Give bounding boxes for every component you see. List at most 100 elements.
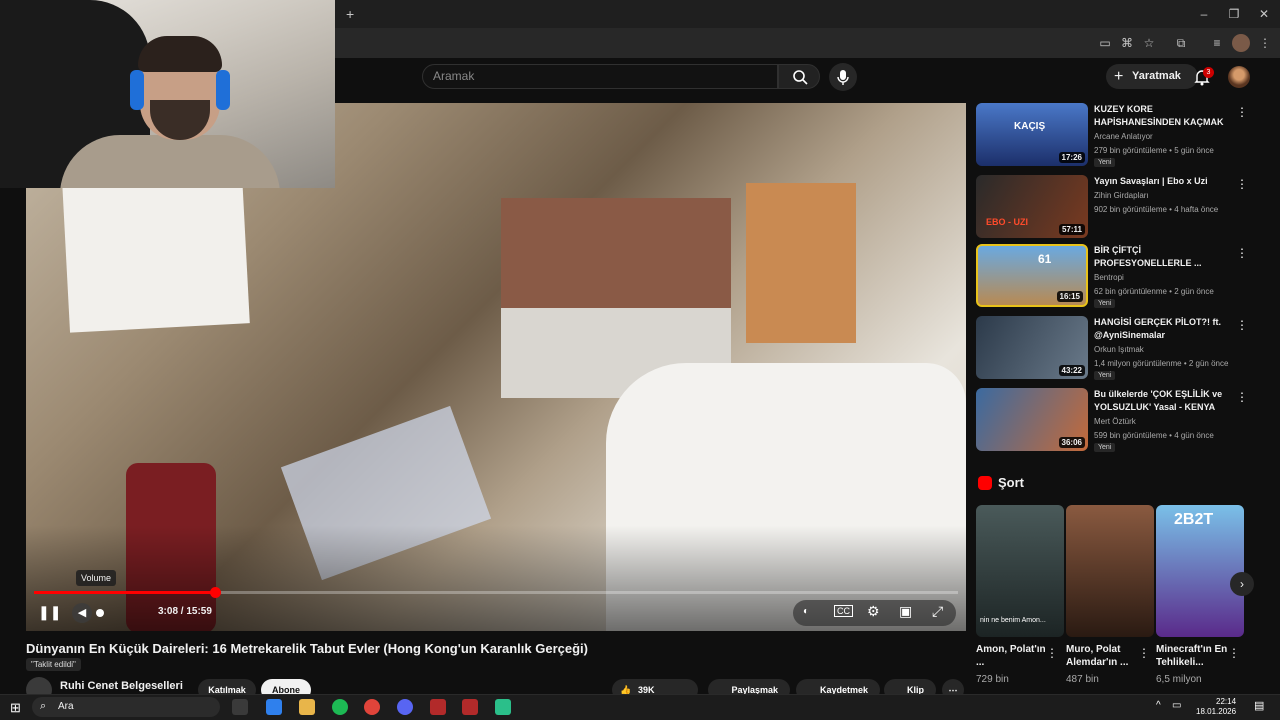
short-title[interactable]: Amon, Polat'ın ... — [976, 643, 1050, 669]
recommendation-menu-icon[interactable]: ⋮ — [1236, 246, 1248, 260]
channel-name[interactable]: Ruhi Cenet Belgeselleri — [60, 680, 183, 692]
cast-icon[interactable]: ▭ — [1096, 34, 1114, 52]
video-duration: 16:15 — [1056, 291, 1083, 302]
short-views: 487 bin — [1066, 674, 1099, 685]
recommendation-thumbnail[interactable]: KAÇIŞ 17:26 — [976, 103, 1088, 166]
restore-icon[interactable]: ❐ — [1226, 6, 1242, 22]
progress-played — [34, 591, 216, 594]
taskbar-clock[interactable]: 22:14 18.01.2026 — [1196, 697, 1236, 717]
account-avatar[interactable] — [1228, 66, 1250, 88]
recommendation-thumbnail[interactable]: 43:22 — [976, 316, 1088, 379]
recommendation-menu-icon[interactable]: ⋮ — [1236, 105, 1248, 119]
voice-search-button[interactable] — [829, 63, 857, 91]
recommendation-channel[interactable]: Mert Öztürk — [1094, 417, 1136, 426]
fullscreen-icon[interactable]: ⤢ — [932, 603, 943, 620]
recommendation-menu-icon[interactable]: ⋮ — [1236, 318, 1248, 332]
pause-icon[interactable]: ❚❚ — [38, 604, 61, 621]
recommendation-title[interactable]: HANGİSİ GERÇEK PİLOT?! ft. @AyniSinemala… — [1094, 316, 1234, 342]
recommendation-thumbnail[interactable]: EBO - UZI 57:11 — [976, 175, 1088, 238]
video-title: Dünyanın En Küçük Daireleri: 16 Metrekar… — [26, 641, 588, 656]
miniplayer-icon[interactable]: ▣ — [899, 603, 912, 620]
chrome-icon[interactable] — [364, 699, 380, 715]
new-badge: Yeni — [1094, 443, 1116, 452]
recommendation-title[interactable]: BİR ÇİFTÇİ PROFESYONELLERLE ... — [1094, 244, 1234, 270]
recommendation-channel[interactable]: Bentropi — [1094, 273, 1124, 282]
plus-icon: + — [1114, 68, 1124, 85]
short-menu-icon[interactable]: ⋮ — [1228, 646, 1240, 660]
translate-icon[interactable]: ⌘ — [1118, 34, 1136, 52]
settings-gear-icon[interactable]: ⚙ — [867, 603, 880, 620]
copilot-icon[interactable] — [266, 699, 282, 715]
recommendation-title[interactable]: KUZEY KORE HAPİSHANESİNDEN KAÇMAK — [1094, 103, 1234, 129]
video-duration: 57:11 — [1058, 224, 1085, 235]
recommendation-title[interactable]: Bu ülkelerde 'ÇOK EŞLİLİK ve YOLSUZLUK' … — [1094, 388, 1234, 414]
autoplay-toggle-icon[interactable]: ◐ — [803, 606, 809, 617]
webcam-headset-right — [216, 70, 230, 110]
volume-tooltip: Volume — [76, 570, 117, 586]
search-box[interactable]: Aramak — [422, 64, 778, 89]
profile-icon[interactable] — [1232, 34, 1250, 52]
task-view-icon[interactable] — [232, 699, 248, 715]
webcam-person-body — [60, 135, 280, 188]
create-button[interactable]: + Yaratmak — [1106, 64, 1198, 89]
video-duration: 43:22 — [1058, 365, 1085, 376]
recommendation-channel[interactable]: Zihin Girdapları — [1094, 191, 1149, 200]
recommendation-thumbnail[interactable]: 61 16:15 — [976, 244, 1088, 307]
short-menu-icon[interactable]: ⋮ — [1138, 646, 1150, 660]
notification-center-icon[interactable]: ▤ — [1254, 699, 1264, 712]
recommendation-item[interactable]: 36:06 Bu ülkelerde 'ÇOK EŞLİLİK ve YOLSU… — [976, 388, 1256, 452]
windows-start-icon[interactable]: ⊞ — [10, 700, 21, 716]
search-input[interactable]: Aramak — [433, 69, 474, 83]
close-icon[interactable]: ✕ — [1256, 6, 1272, 22]
shorts-heading: Şort — [998, 475, 1024, 490]
recommendation-item[interactable]: 61 16:15 BİR ÇİFTÇİ PROFESYONELLERLE ...… — [976, 244, 1256, 308]
recommendation-stats: 279 bin görüntüleme • 5 gün önce — [1094, 146, 1214, 155]
webcam-overlay — [0, 0, 335, 188]
recommendation-item[interactable]: KAÇIŞ 17:26 KUZEY KORE HAPİSHANESİNDEN K… — [976, 103, 1256, 167]
short-thumbnail[interactable]: 2B2T — [1156, 505, 1244, 637]
app-icon[interactable] — [495, 699, 511, 715]
taskbar-search[interactable]: ⌕ Ara — [32, 697, 220, 717]
network-icon[interactable]: ▭ — [1172, 700, 1181, 711]
browser-menu-icon[interactable]: ⋮ — [1256, 34, 1274, 52]
clock-time: 22:14 — [1216, 697, 1237, 706]
short-title[interactable]: Minecraft'ın En Tehlikeli... — [1156, 643, 1230, 669]
new-tab-button[interactable]: + — [346, 6, 354, 22]
thumbnail-text: KAÇIŞ — [1014, 121, 1046, 132]
recommendation-menu-icon[interactable]: ⋮ — [1236, 177, 1248, 191]
volume-slider[interactable] — [96, 609, 104, 617]
recommendation-channel[interactable]: Arcane Anlatıyor — [1094, 132, 1153, 141]
recommendation-title[interactable]: Yayın Savaşları | Ebo x Uzi — [1094, 175, 1234, 188]
short-thumbnail[interactable]: nin ne benim Amon... — [976, 505, 1064, 637]
minimize-icon[interactable]: – — [1196, 6, 1212, 22]
recommendation-channel[interactable]: Orkun Işıtmak — [1094, 345, 1144, 354]
short-thumbnail-text: 2B2T — [1174, 511, 1214, 528]
captions-icon[interactable]: CC — [834, 605, 853, 617]
app-icon[interactable] — [462, 699, 478, 715]
short-title[interactable]: Muro, Polat Alemdar'ın ... — [1066, 643, 1140, 669]
time-display: 3:08 / 15:59 — [158, 606, 212, 617]
discord-icon[interactable] — [397, 699, 413, 715]
shorts-next-icon[interactable]: › — [1230, 572, 1254, 596]
file-explorer-icon[interactable] — [299, 699, 315, 715]
volume-icon[interactable]: ◀ — [72, 603, 92, 623]
reading-list-icon[interactable]: ≡ — [1208, 34, 1226, 52]
short-views: 729 bin — [976, 674, 1009, 685]
bookmark-star-icon[interactable]: ☆ — [1140, 34, 1158, 52]
notification-count-badge: 3 — [1203, 67, 1214, 78]
short-thumbnail[interactable] — [1066, 505, 1154, 637]
search-icon — [793, 70, 808, 85]
app-icon[interactable] — [430, 699, 446, 715]
search-button[interactable] — [778, 64, 820, 89]
recommendation-stats: 599 bin görüntüleme • 4 gün önce — [1094, 431, 1214, 440]
tray-chevron-icon[interactable]: ^ — [1156, 700, 1161, 711]
extensions-icon[interactable]: ⧉ — [1172, 34, 1190, 52]
recommendation-thumbnail[interactable]: 36:06 — [976, 388, 1088, 451]
shorts-icon — [978, 476, 992, 490]
recommendation-item[interactable]: EBO - UZI 57:11 Yayın Savaşları | Ebo x … — [976, 175, 1256, 239]
clock-date: 18.01.2026 — [1196, 707, 1237, 716]
recommendation-item[interactable]: 43:22 HANGİSİ GERÇEK PİLOT?! ft. @AyniSi… — [976, 316, 1256, 380]
recommendation-menu-icon[interactable]: ⋮ — [1236, 390, 1248, 404]
spotify-icon[interactable] — [332, 699, 348, 715]
short-menu-icon[interactable]: ⋮ — [1046, 646, 1058, 660]
